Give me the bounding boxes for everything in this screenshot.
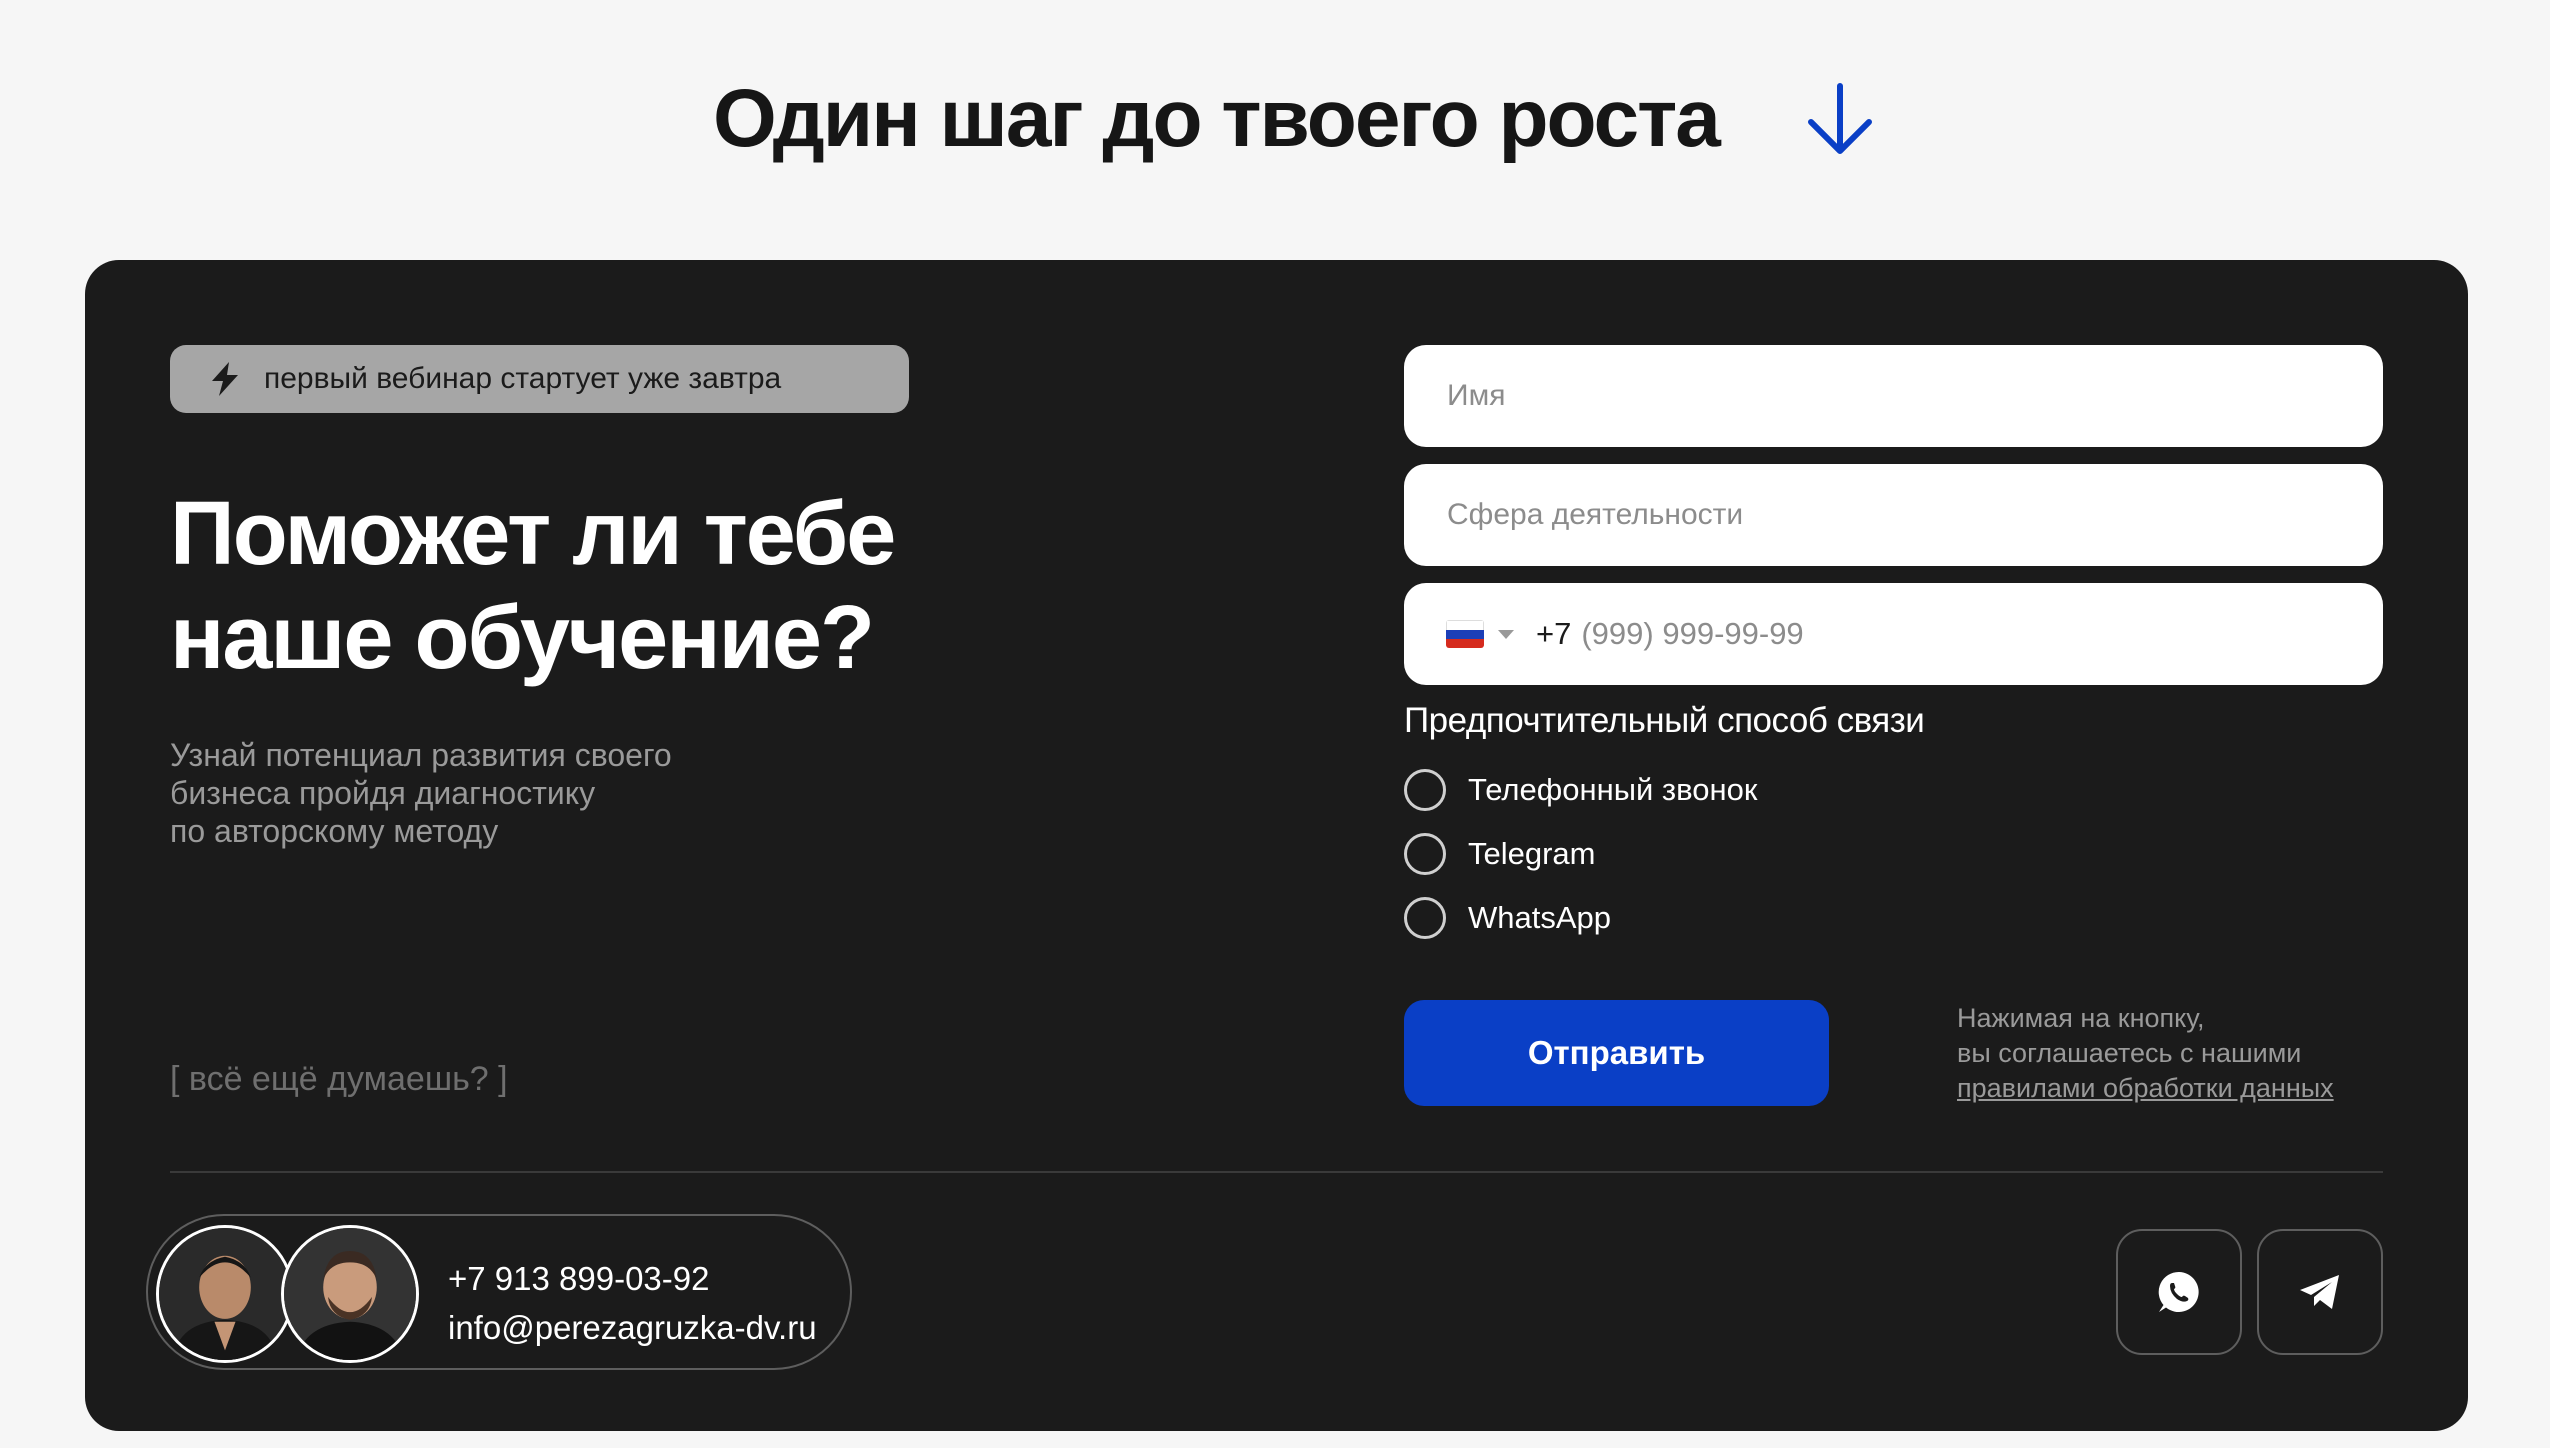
lightning-icon (212, 362, 238, 396)
contact-email[interactable]: info@perezagruzka-dv.ru (448, 1309, 817, 1347)
radio-label: WhatsApp (1468, 900, 1612, 935)
phone-placeholder: (999) 999-99-99 (1581, 616, 1804, 651)
whatsapp-button[interactable] (2116, 1229, 2242, 1355)
russia-flag-icon[interactable] (1446, 620, 1484, 648)
radio-phone-call[interactable]: Телефонный звонок (1404, 769, 1757, 811)
avatar (156, 1225, 294, 1363)
promo-subtext: Узнай потенциал развития своего бизнеса … (170, 737, 672, 849)
badge-text: первый вебинар стартует уже завтра (264, 362, 782, 395)
still-thinking-text: [ всё ещё думаешь? ] (170, 1060, 508, 1098)
consent-text: Нажимая на кнопку, вы соглашаетесь с наш… (1957, 1001, 2417, 1106)
consent-line: Нажимая на кнопку, (1957, 1003, 2205, 1033)
phone-input[interactable]: +7 (999) 999-99-99 (1404, 583, 2383, 685)
radio-label: Телефонный звонок (1468, 772, 1758, 807)
country-dropdown-icon[interactable] (1498, 629, 1514, 639)
webinar-badge: первый вебинар стартует уже завтра (170, 345, 909, 413)
telegram-icon (2300, 1275, 2339, 1309)
name-input[interactable] (1404, 345, 2383, 447)
radio-whatsapp[interactable]: WhatsApp (1404, 897, 1611, 939)
page-heading: Один шаг до твоего роста (713, 78, 1879, 160)
phone-country-code: +7 (1536, 616, 1572, 651)
telegram-button[interactable] (2257, 1229, 2383, 1355)
avatar (281, 1225, 419, 1363)
contact-phone[interactable]: +7 913 899-03-92 (448, 1260, 709, 1298)
radio-circle[interactable] (1404, 897, 1446, 939)
divider (170, 1171, 2383, 1173)
privacy-policy-link[interactable]: правилами обработки данных (1957, 1073, 2334, 1103)
consent-line: вы соглашаетесь с нашими (1957, 1038, 2302, 1068)
contact-method-title: Предпочтительный способ связи (1404, 701, 1925, 740)
radio-circle[interactable] (1404, 833, 1446, 875)
contact-info: +7 913 899-03-92 info@perezagruzka-dv.ru (146, 1214, 852, 1370)
signup-card: первый вебинар стартует уже завтра Помож… (85, 260, 2468, 1431)
radio-circle[interactable] (1404, 769, 1446, 811)
radio-label: Telegram (1468, 836, 1596, 871)
radio-telegram[interactable]: Telegram (1404, 833, 1596, 875)
page-title: Один шаг до твоего роста (713, 73, 1721, 164)
whatsapp-icon (2158, 1271, 2199, 1312)
submit-button[interactable]: Отправить (1404, 1000, 1829, 1106)
activity-field-input[interactable] (1404, 464, 2383, 566)
promo-headline: Поможет ли тебе наше обучение? (170, 484, 896, 688)
arrow-down-icon (1807, 83, 1872, 154)
